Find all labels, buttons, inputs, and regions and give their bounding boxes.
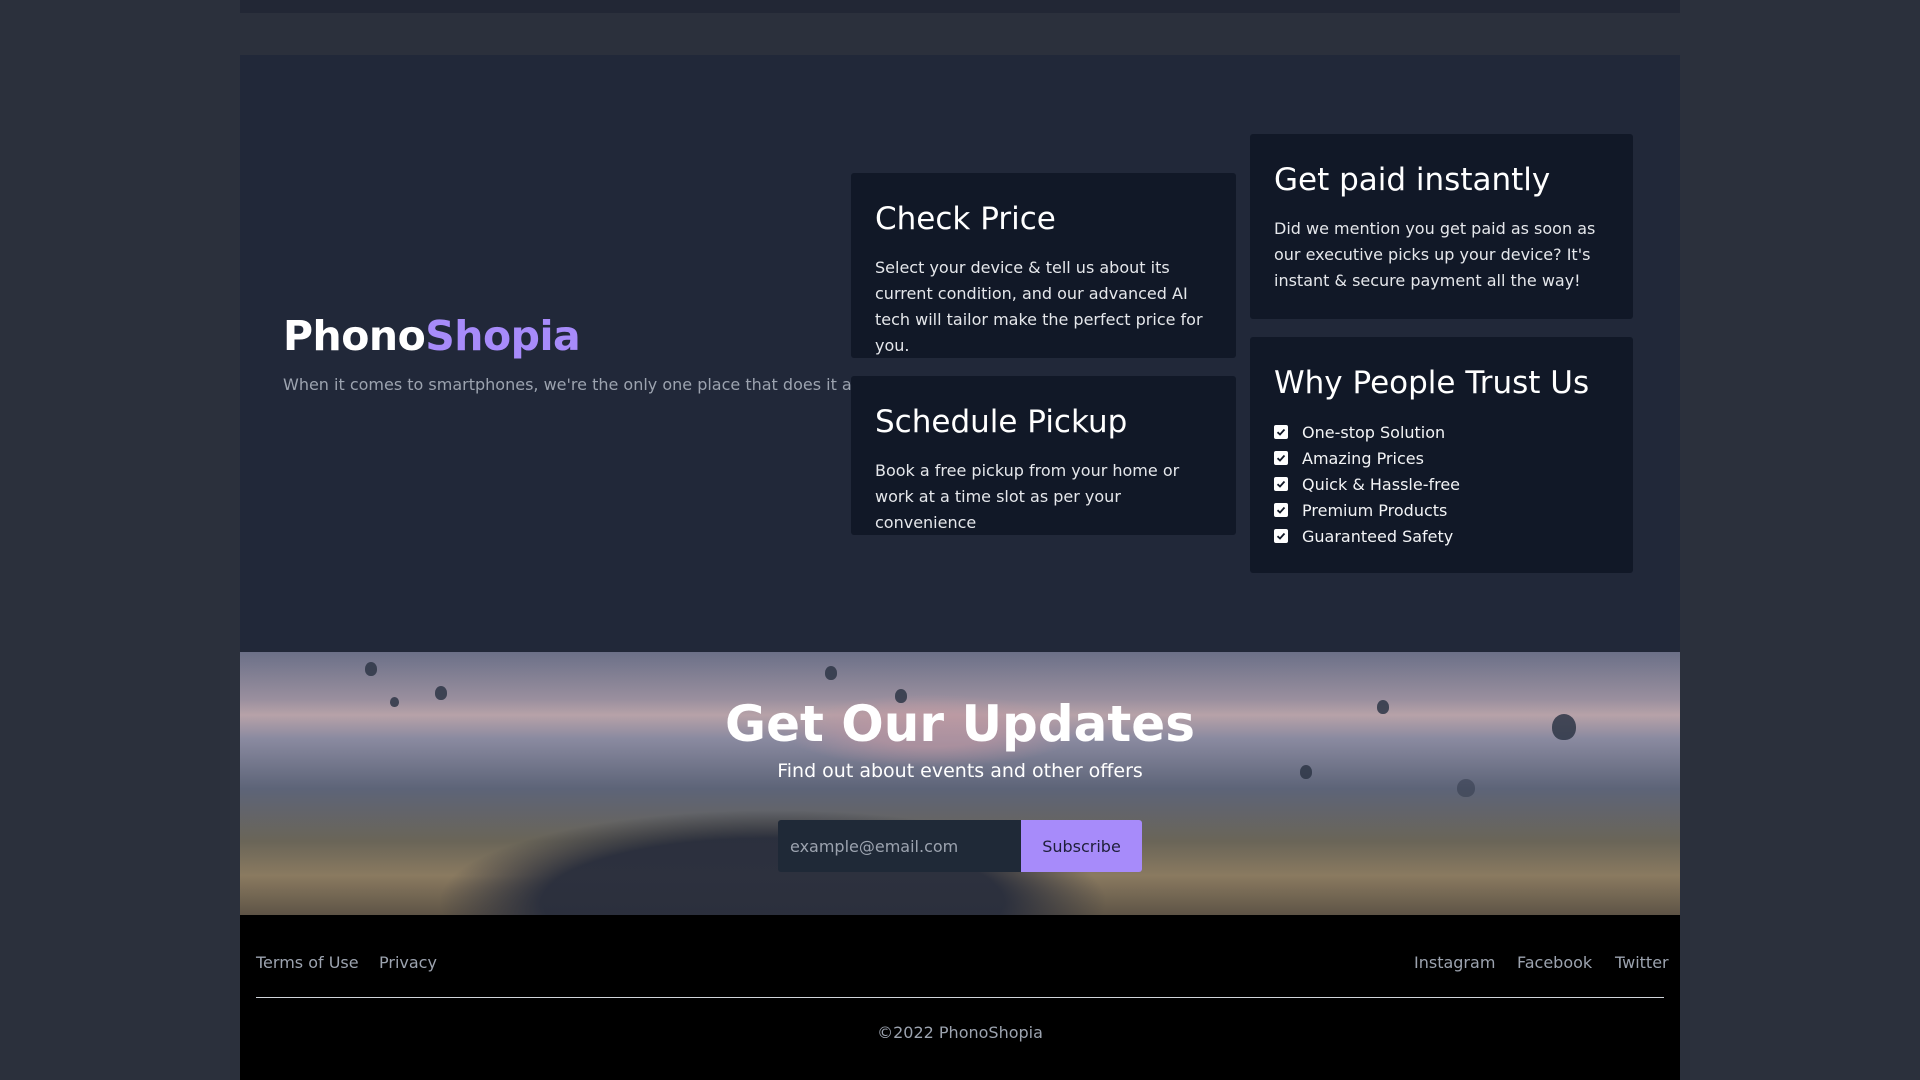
card-title: Schedule Pickup [875,404,1128,440]
newsletter-section: Get Our Updates Find out about events an… [240,652,1680,915]
brand-tagline: When it comes to smartphones, we're the … [283,375,866,394]
footer-link-instagram[interactable]: Instagram [1414,953,1495,972]
footer-divider [256,997,1664,998]
checkbox-checked-icon [1274,503,1288,517]
brand-logo: PhonoShopia [283,312,581,360]
card-title: Check Price [875,201,1056,237]
subscribe-button[interactable]: Subscribe [1021,820,1142,872]
card-why-trust: Why People Trust Us One-stop Solution Am… [1250,337,1633,573]
hot-air-balloon-decoration [365,662,377,676]
hot-air-balloon-decoration [825,666,837,680]
newsletter-title: Get Our Updates [725,695,1195,753]
card-title: Get paid instantly [1274,162,1551,198]
trust-item-label: Quick & Hassle-free [1302,474,1461,494]
trust-item: One-stop Solution [1274,419,1609,445]
footer-link-facebook[interactable]: Facebook [1517,953,1592,972]
card-check-price: Check Price Select your device & tell us… [851,173,1236,358]
footer-link-terms[interactable]: Terms of Use [256,953,359,972]
footer-link-privacy[interactable]: Privacy [379,953,437,972]
trust-item: Amazing Prices [1274,445,1609,471]
trust-item: Premium Products [1274,497,1609,523]
card-text: Select your device & tell us about its c… [875,258,1203,355]
card-schedule-pickup: Schedule Pickup Book a free pickup from … [851,376,1236,535]
checkbox-checked-icon [1274,425,1288,439]
trust-item-label: Premium Products [1302,500,1448,520]
top-strip [240,0,1680,13]
card-title: Why People Trust Us [1274,365,1590,401]
trust-item-label: One-stop Solution [1302,422,1446,442]
card-text: Book a free pickup from your home or wor… [875,461,1180,532]
footer: Terms of Use Privacy Instagram Facebook … [240,915,1680,1080]
brand-name-part2: Shopia [425,312,581,360]
trust-item-label: Amazing Prices [1302,448,1424,468]
checkbox-checked-icon [1274,529,1288,543]
checkbox-checked-icon [1274,451,1288,465]
trust-item: Guaranteed Safety [1274,523,1609,549]
checkbox-checked-icon [1274,477,1288,491]
footer-link-twitter[interactable]: Twitter [1615,953,1669,972]
copyright-text: ©2022 PhonoShopia [877,1023,1043,1042]
hero-section: PhonoShopia When it comes to smartphones… [240,55,1680,652]
trust-list: One-stop Solution Amazing Prices Quick &… [1274,419,1609,549]
card-text: Did we mention you get paid as soon as o… [1274,219,1596,290]
trust-item: Quick & Hassle-free [1274,471,1609,497]
brand-name-part1: Phono [283,312,426,360]
email-input[interactable] [778,820,1021,872]
trust-item-label: Guaranteed Safety [1302,526,1454,546]
newsletter-subtitle: Find out about events and other offers [777,760,1143,782]
card-get-paid: Get paid instantly Did we mention you ge… [1250,134,1633,319]
